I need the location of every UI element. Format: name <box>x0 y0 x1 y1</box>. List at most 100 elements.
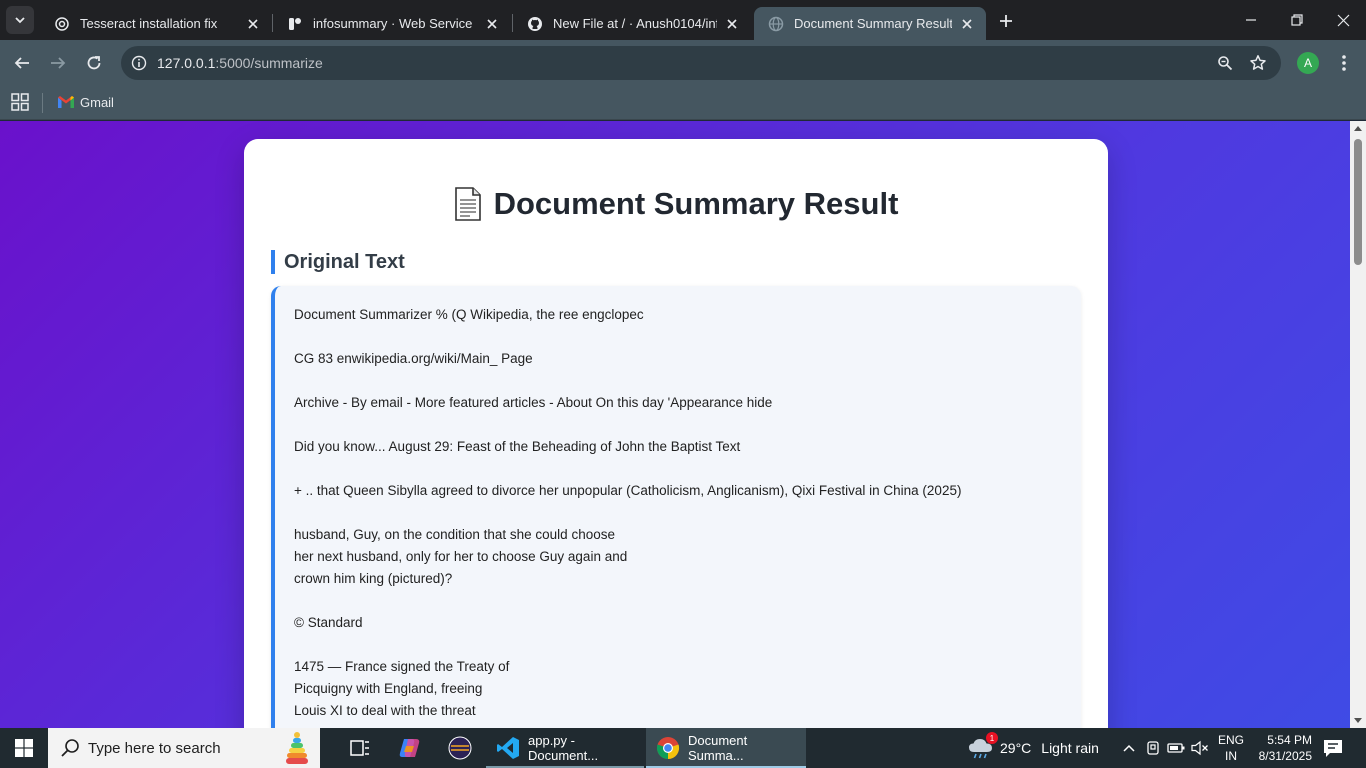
restore-icon <box>1291 14 1303 26</box>
clock-date: 8/31/2025 <box>1258 749 1312 763</box>
notification-center-icon[interactable] <box>1322 738 1344 758</box>
region-code: IN <box>1225 749 1237 763</box>
page-scrollbar[interactable] <box>1350 121 1366 728</box>
windows-taskbar: Type here to search app.py - Document...… <box>0 728 1366 768</box>
original-text-box: Document Summarizer % (Q Wikipedia, the … <box>271 286 1081 728</box>
taskbar-app-label: app.py - Document... <box>528 733 599 763</box>
scroll-down-arrow-icon[interactable] <box>1350 714 1366 728</box>
kebab-menu-icon <box>1342 55 1346 71</box>
result-card: Document Summary Result Original Text Do… <box>244 139 1108 728</box>
reload-icon <box>87 56 101 70</box>
clock-time: 5:54 PM <box>1267 733 1312 747</box>
browser-tab-strip: Tesseract installation fix infosummary ·… <box>0 0 1366 40</box>
taskbar-search-box[interactable]: Type here to search <box>48 728 320 768</box>
weather-description: Light rain <box>1041 740 1099 756</box>
url-path: :5000/summarize <box>215 55 323 71</box>
bookmarks-bar: Gmail <box>0 86 1366 120</box>
copilot-icon <box>399 739 420 757</box>
restore-button[interactable] <box>1274 0 1320 40</box>
text-paragraph: + .. that Queen Sibylla agreed to divorc… <box>294 483 962 498</box>
tab-search-button[interactable] <box>6 6 34 34</box>
page-title: Document Summary Result <box>244 186 1108 222</box>
minimize-button[interactable] <box>1228 0 1274 40</box>
meet-now-icon[interactable] <box>1143 738 1163 758</box>
text-paragraph: © Standard <box>294 615 363 630</box>
search-icon <box>61 739 79 757</box>
taskbar-app-vscode[interactable]: app.py - Document... <box>486 728 644 768</box>
profile-avatar[interactable]: A <box>1297 52 1319 74</box>
rain-cloud-icon: 1 <box>968 732 998 760</box>
weather-widget[interactable]: 1 29°C Light rain <box>968 728 1099 768</box>
browser-menu-button[interactable] <box>1334 50 1354 76</box>
page-title-text: Document Summary Result <box>493 186 899 221</box>
task-view-button[interactable] <box>338 728 382 768</box>
browser-toolbar: 127.0.0.1:5000/summarize A <box>0 40 1366 86</box>
back-arrow-icon <box>14 57 29 69</box>
weather-temperature: 29°C <box>1000 740 1032 756</box>
section-heading-original-text: Original Text <box>271 250 405 274</box>
tab-title: New File at / · Anush0104/infos <box>553 16 717 31</box>
system-clock[interactable]: 5:54 PM 8/31/2025 <box>1250 732 1312 764</box>
close-icon[interactable] <box>723 15 741 33</box>
text-paragraph: Archive - By email - More featured artic… <box>294 395 773 410</box>
close-icon[interactable] <box>958 15 976 33</box>
page-facing-up-icon <box>454 187 481 221</box>
new-tab-button[interactable] <box>994 9 1018 33</box>
eclipse-button[interactable] <box>438 728 482 768</box>
chrome-icon <box>656 736 680 760</box>
close-icon <box>1337 14 1349 26</box>
show-hidden-icons-button[interactable] <box>1119 738 1139 758</box>
chatgpt-icon <box>54 16 70 32</box>
close-icon[interactable] <box>483 15 501 33</box>
battery-network-icon[interactable] <box>1166 738 1186 758</box>
language-code: ENG <box>1217 733 1244 747</box>
forward-button[interactable] <box>44 49 72 77</box>
chevron-down-icon <box>15 17 25 24</box>
weather-alert-badge: 1 <box>986 732 998 744</box>
search-placeholder: Type here to search <box>88 739 221 757</box>
scrollbar-thumb[interactable] <box>1354 139 1362 265</box>
plus-icon <box>1000 15 1012 27</box>
text-paragraph: Did you know... August 29: Feast of the … <box>294 439 741 454</box>
start-button[interactable] <box>0 728 48 768</box>
bookmark-gmail[interactable]: Gmail <box>58 91 114 113</box>
text-paragraph: husband, Guy, on the condition that she … <box>294 527 628 586</box>
globe-icon <box>768 16 784 32</box>
eclipse-icon <box>448 736 472 760</box>
close-window-button[interactable] <box>1320 0 1366 40</box>
address-bar[interactable]: 127.0.0.1:5000/summarize <box>121 46 1281 80</box>
tab-infosummary[interactable]: infosummary · Web Service · R <box>273 7 511 40</box>
vscode-icon <box>496 736 520 760</box>
tab-title: Document Summary Result <box>794 16 952 31</box>
original-text-content: Document Summarizer % (Q Wikipedia, the … <box>294 304 1074 728</box>
forward-arrow-icon <box>51 57 66 69</box>
bookmarks-divider <box>42 93 43 113</box>
windows-logo-icon <box>15 739 33 757</box>
bookmark-star-icon[interactable] <box>1248 53 1268 73</box>
text-paragraph: CG 83 enwikipedia.org/wiki/Main_ Page <box>294 351 533 366</box>
scroll-up-arrow-icon[interactable] <box>1350 121 1366 135</box>
text-paragraph: Document Summarizer % (Q Wikipedia, the … <box>294 307 644 322</box>
tab-title: infosummary · Web Service · R <box>313 16 477 31</box>
page-viewport: Document Summary Result Original Text Do… <box>0 121 1350 728</box>
apps-grid-icon[interactable] <box>11 93 29 111</box>
taskbar-app-chrome[interactable]: Document Summa... <box>646 728 806 768</box>
zoom-icon[interactable] <box>1215 53 1235 73</box>
gmail-icon <box>58 96 74 108</box>
tab-github[interactable]: New File at / · Anush0104/infos <box>513 7 751 40</box>
close-icon[interactable] <box>244 15 262 33</box>
site-info-icon[interactable] <box>129 53 149 73</box>
reload-button[interactable] <box>80 49 108 77</box>
taskbar-app-label: Document Summa... <box>688 733 748 763</box>
volume-muted-icon[interactable] <box>1190 738 1210 758</box>
minimize-icon <box>1246 19 1256 21</box>
back-button[interactable] <box>8 49 36 77</box>
url-host: 127.0.0.1 <box>157 55 216 71</box>
chevron-up-icon <box>1123 744 1135 752</box>
input-language-indicator[interactable]: ENG IN <box>1216 732 1246 764</box>
text-paragraph: 1475 — France signed the Treaty of Picqu… <box>294 659 510 718</box>
github-icon <box>527 16 543 32</box>
tab-tesseract[interactable]: Tesseract installation fix <box>40 7 272 40</box>
copilot-button[interactable] <box>388 728 432 768</box>
tab-document-summary[interactable]: Document Summary Result <box>754 7 986 40</box>
